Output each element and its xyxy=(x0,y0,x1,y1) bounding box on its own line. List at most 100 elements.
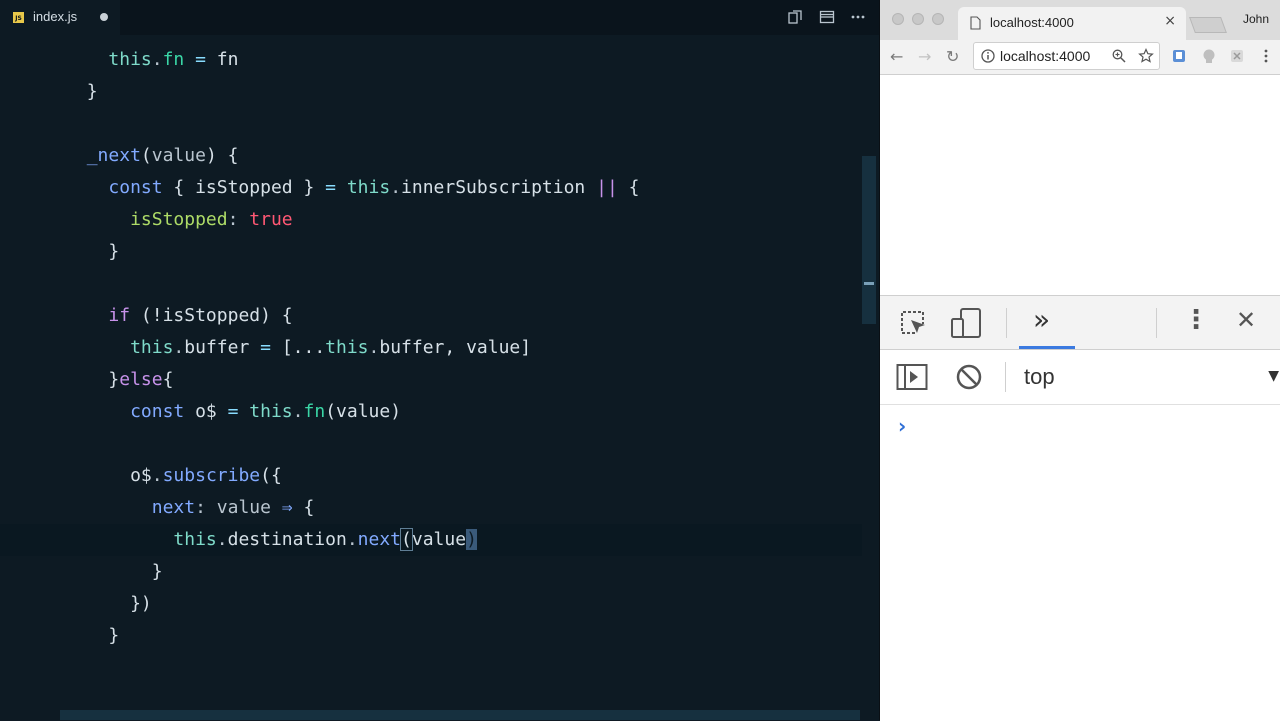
split-editor-icon[interactable] xyxy=(819,9,835,25)
window-close-button[interactable] xyxy=(892,13,904,25)
devtools-menu-icon[interactable]: ⋮ xyxy=(1183,305,1209,335)
extension-bookmark-icon[interactable] xyxy=(1171,48,1187,64)
code-line[interactable]: isStopped: true xyxy=(0,204,862,236)
code-line[interactable]: } xyxy=(0,556,862,588)
line-gutter xyxy=(0,369,65,390)
browser-menu-icon[interactable] xyxy=(1258,48,1274,64)
code-line[interactable]: if (!isStopped) { xyxy=(0,300,862,332)
browser-title-bar: localhost:4000 × John xyxy=(880,0,1280,40)
line-gutter xyxy=(0,145,65,166)
reload-button[interactable]: ↻ xyxy=(946,47,959,66)
line-gutter xyxy=(0,529,65,550)
clear-console-icon[interactable] xyxy=(955,363,983,391)
code-token: = xyxy=(325,177,336,198)
editor-tab-filename: index.js xyxy=(33,9,78,24)
code-line[interactable] xyxy=(0,108,862,140)
code-token: ) xyxy=(466,529,477,550)
browser-tab-close-icon[interactable]: × xyxy=(1164,13,1176,29)
chevron-down-icon[interactable]: ▼ xyxy=(1268,368,1279,384)
console-prompt-icon[interactable]: › xyxy=(898,414,906,438)
code-line[interactable]: } xyxy=(0,236,862,268)
code-token: = xyxy=(249,337,282,358)
toolbar-divider xyxy=(1156,308,1157,338)
line-gutter xyxy=(0,497,65,518)
inspect-element-icon[interactable] xyxy=(898,308,928,338)
device-toolbar-icon[interactable] xyxy=(950,307,982,339)
address-bar[interactable]: localhost:4000 xyxy=(973,42,1160,70)
back-button[interactable]: ← xyxy=(890,47,903,66)
code-line[interactable]: next: value ⇒ { xyxy=(0,492,862,524)
active-panel-indicator xyxy=(1019,346,1075,349)
code-token: . xyxy=(292,401,304,422)
forward-button[interactable]: → xyxy=(918,47,931,66)
code-token: . xyxy=(346,529,358,550)
code-line[interactable]: }) xyxy=(0,588,862,620)
code-line[interactable] xyxy=(0,428,862,460)
unsaved-changes-indicator[interactable] xyxy=(100,13,108,21)
code-token: ({ xyxy=(260,465,282,486)
code-line[interactable]: } xyxy=(0,620,862,652)
vertical-scrollbar-thumb[interactable] xyxy=(862,156,876,324)
show-sidebar-icon[interactable] xyxy=(896,363,928,391)
horizontal-scrollbar[interactable] xyxy=(60,710,860,720)
extension-head-icon[interactable] xyxy=(1201,48,1217,64)
code-area[interactable]: this.fn = fn } _next(value) { const { is… xyxy=(0,44,862,652)
code-line[interactable]: const { isStopped } = this.innerSubscrip… xyxy=(0,172,862,204)
code-line[interactable]: this.destination.next(value) xyxy=(0,524,862,556)
devtools-close-icon[interactable]: ✕ xyxy=(1236,306,1256,334)
profile-name[interactable]: John xyxy=(1243,12,1269,26)
compare-icon[interactable] xyxy=(787,9,803,25)
code-line[interactable]: }else{ xyxy=(0,364,862,396)
extension-x-icon[interactable] xyxy=(1229,48,1245,64)
code-token: . xyxy=(173,337,185,358)
execution-context-select[interactable]: top xyxy=(1024,364,1055,390)
code-token: ) { xyxy=(205,145,239,166)
code-token: . xyxy=(151,465,163,486)
line-gutter xyxy=(0,593,65,614)
code-line[interactable]: _next(value) { xyxy=(0,140,862,172)
code-token: (value) xyxy=(325,401,402,422)
new-tab-button[interactable] xyxy=(1189,17,1227,33)
bookmark-star-icon[interactable] xyxy=(1138,48,1154,64)
code-line[interactable]: o$.subscribe({ xyxy=(0,460,862,492)
code-token: innerSubscription xyxy=(401,177,586,198)
code-line[interactable]: this.fn = fn xyxy=(0,44,862,76)
line-gutter xyxy=(0,177,65,198)
code-token: . xyxy=(216,529,228,550)
more-actions-icon[interactable] xyxy=(850,9,866,25)
more-panels-icon[interactable]: » xyxy=(1033,303,1050,336)
zoom-icon[interactable] xyxy=(1112,49,1126,63)
line-gutter xyxy=(0,433,65,454)
code-token: _next xyxy=(86,145,141,166)
page-viewport[interactable] xyxy=(880,75,1280,295)
browser-tab[interactable]: localhost:4000 × xyxy=(958,7,1186,40)
code-token: ⇒ xyxy=(270,497,304,518)
toolbar-divider xyxy=(1005,362,1006,392)
code-line[interactable]: this.buffer = [...this.buffer, value] xyxy=(0,332,862,364)
code-token: }) xyxy=(130,593,152,614)
code-token: } xyxy=(86,81,98,102)
browser-toolbar: ← → ↻ localhost:4000 xyxy=(880,40,1280,75)
code-token: } xyxy=(108,369,120,390)
code-line[interactable]: const o$ = this.fn(value) xyxy=(0,396,862,428)
browser-tab-title: localhost:4000 xyxy=(990,15,1074,30)
code-line[interactable] xyxy=(0,268,862,300)
code-token: true xyxy=(249,209,293,230)
url-text: localhost:4000 xyxy=(1000,48,1091,64)
info-icon[interactable] xyxy=(981,49,995,63)
window-zoom-button[interactable] xyxy=(932,13,944,25)
window-minimize-button[interactable] xyxy=(912,13,924,25)
code-line[interactable]: } xyxy=(0,76,862,108)
code-editor[interactable]: JS index.js this.fn = fn } _next(value) … xyxy=(0,0,879,720)
line-gutter xyxy=(0,625,65,646)
line-gutter xyxy=(0,49,65,70)
editor-tab-index-js[interactable]: JS index.js xyxy=(0,0,120,35)
toolbar-divider xyxy=(1006,308,1007,338)
